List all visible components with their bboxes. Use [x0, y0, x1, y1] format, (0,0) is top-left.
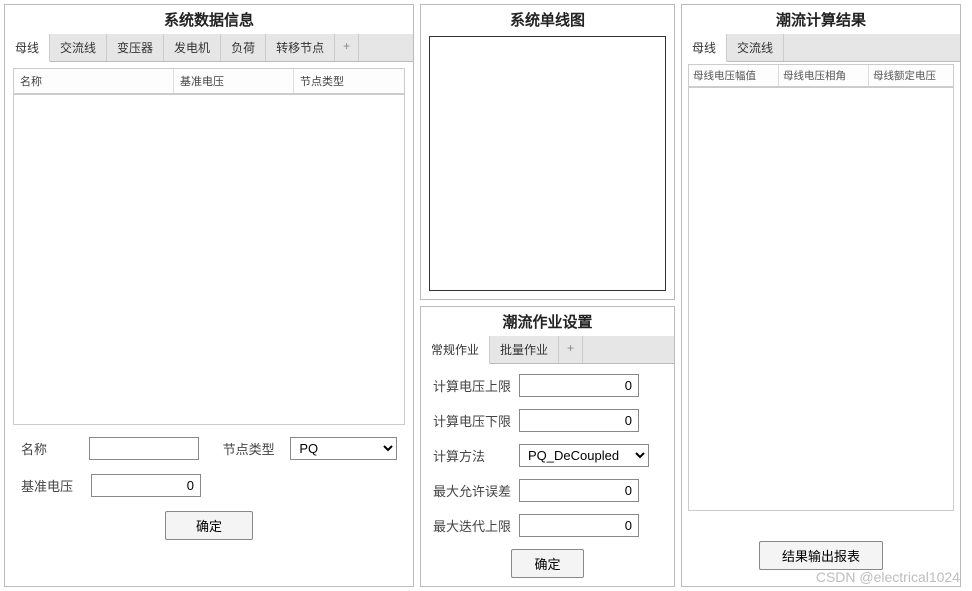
v-lower-input[interactable] — [519, 409, 639, 432]
col-v-mag: 母线电压幅值 — [689, 65, 779, 86]
base-voltage-label: 基准电压 — [21, 476, 91, 495]
col-node-type: 节点类型 — [294, 69, 404, 93]
tab-generator[interactable]: 发电机 — [164, 34, 221, 61]
result-tabs: 母线 交流线 — [682, 34, 960, 62]
bus-table-header: 名称 基准电压 节点类型 — [14, 69, 404, 94]
col-name: 名称 — [14, 69, 174, 93]
export-report-button[interactable]: 结果输出报表 — [759, 541, 883, 570]
v-upper-label: 计算电压上限 — [433, 376, 519, 395]
tab-load[interactable]: 负荷 — [221, 34, 266, 61]
tab-normal-job[interactable]: 常规作业 — [421, 336, 490, 364]
result-table-body[interactable] — [688, 88, 954, 511]
bus-form: 名称 节点类型 PQ 基准电压 确定 — [5, 431, 413, 550]
method-select[interactable]: PQ_DeCoupled — [519, 444, 649, 467]
single-line-diagram-panel: 系统单线图 — [420, 4, 675, 300]
powerflow-job-panel: 潮流作业设置 常规作业 批量作业 + 计算电压上限 计算电压下限 计算方法 — [420, 306, 675, 587]
diagram-canvas[interactable] — [429, 36, 666, 291]
base-voltage-input[interactable] — [91, 474, 201, 497]
col-v-angle: 母线电压相角 — [779, 65, 869, 86]
max-iter-input[interactable] — [519, 514, 639, 537]
tab-add[interactable]: + — [335, 34, 359, 61]
tab-transformer[interactable]: 变压器 — [107, 34, 164, 61]
max-iter-label: 最大迭代上限 — [433, 516, 519, 535]
col-base-voltage: 基准电压 — [174, 69, 294, 93]
system-data-panel: 系统数据信息 母线 交流线 变压器 发电机 负荷 转移节点 + 名称 基准电压 … — [4, 4, 414, 587]
tab-bus[interactable]: 母线 — [5, 34, 50, 62]
col-v-rated: 母线额定电压 — [869, 65, 953, 86]
job-form: 计算电压上限 计算电压下限 计算方法 PQ_DeCoupled 最大允许误差 — [421, 364, 674, 586]
tab-transfer-node[interactable]: 转移节点 — [266, 34, 335, 61]
name-label: 名称 — [21, 439, 89, 458]
tol-input[interactable] — [519, 479, 639, 502]
tol-label: 最大允许误差 — [433, 481, 519, 500]
job-confirm-button[interactable]: 确定 — [511, 549, 583, 578]
powerflow-result-title: 潮流计算结果 — [682, 5, 960, 34]
method-label: 计算方法 — [433, 446, 519, 465]
system-data-tabs: 母线 交流线 变压器 发电机 负荷 转移节点 + — [5, 34, 413, 62]
node-type-select[interactable]: PQ — [290, 437, 397, 460]
bus-table-body[interactable] — [13, 95, 405, 425]
tab-result-bus[interactable]: 母线 — [682, 34, 727, 62]
powerflow-job-title: 潮流作业设置 — [421, 307, 674, 336]
tab-batch-job[interactable]: 批量作业 — [490, 336, 559, 363]
tab-job-add[interactable]: + — [559, 336, 583, 363]
v-lower-label: 计算电压下限 — [433, 411, 519, 430]
v-upper-input[interactable] — [519, 374, 639, 397]
confirm-button[interactable]: 确定 — [165, 511, 253, 540]
single-line-diagram-title: 系统单线图 — [421, 5, 674, 34]
node-type-label: 节点类型 — [223, 439, 291, 458]
job-tabs: 常规作业 批量作业 + — [421, 336, 674, 364]
system-data-title: 系统数据信息 — [5, 5, 413, 34]
result-table-header: 母线电压幅值 母线电压相角 母线额定电压 — [689, 65, 953, 87]
tab-result-acline[interactable]: 交流线 — [727, 34, 784, 61]
tab-acline[interactable]: 交流线 — [50, 34, 107, 61]
powerflow-result-panel: 潮流计算结果 母线 交流线 母线电压幅值 母线电压相角 母线额定电压 结果输出报… — [681, 4, 961, 587]
name-input[interactable] — [89, 437, 199, 460]
